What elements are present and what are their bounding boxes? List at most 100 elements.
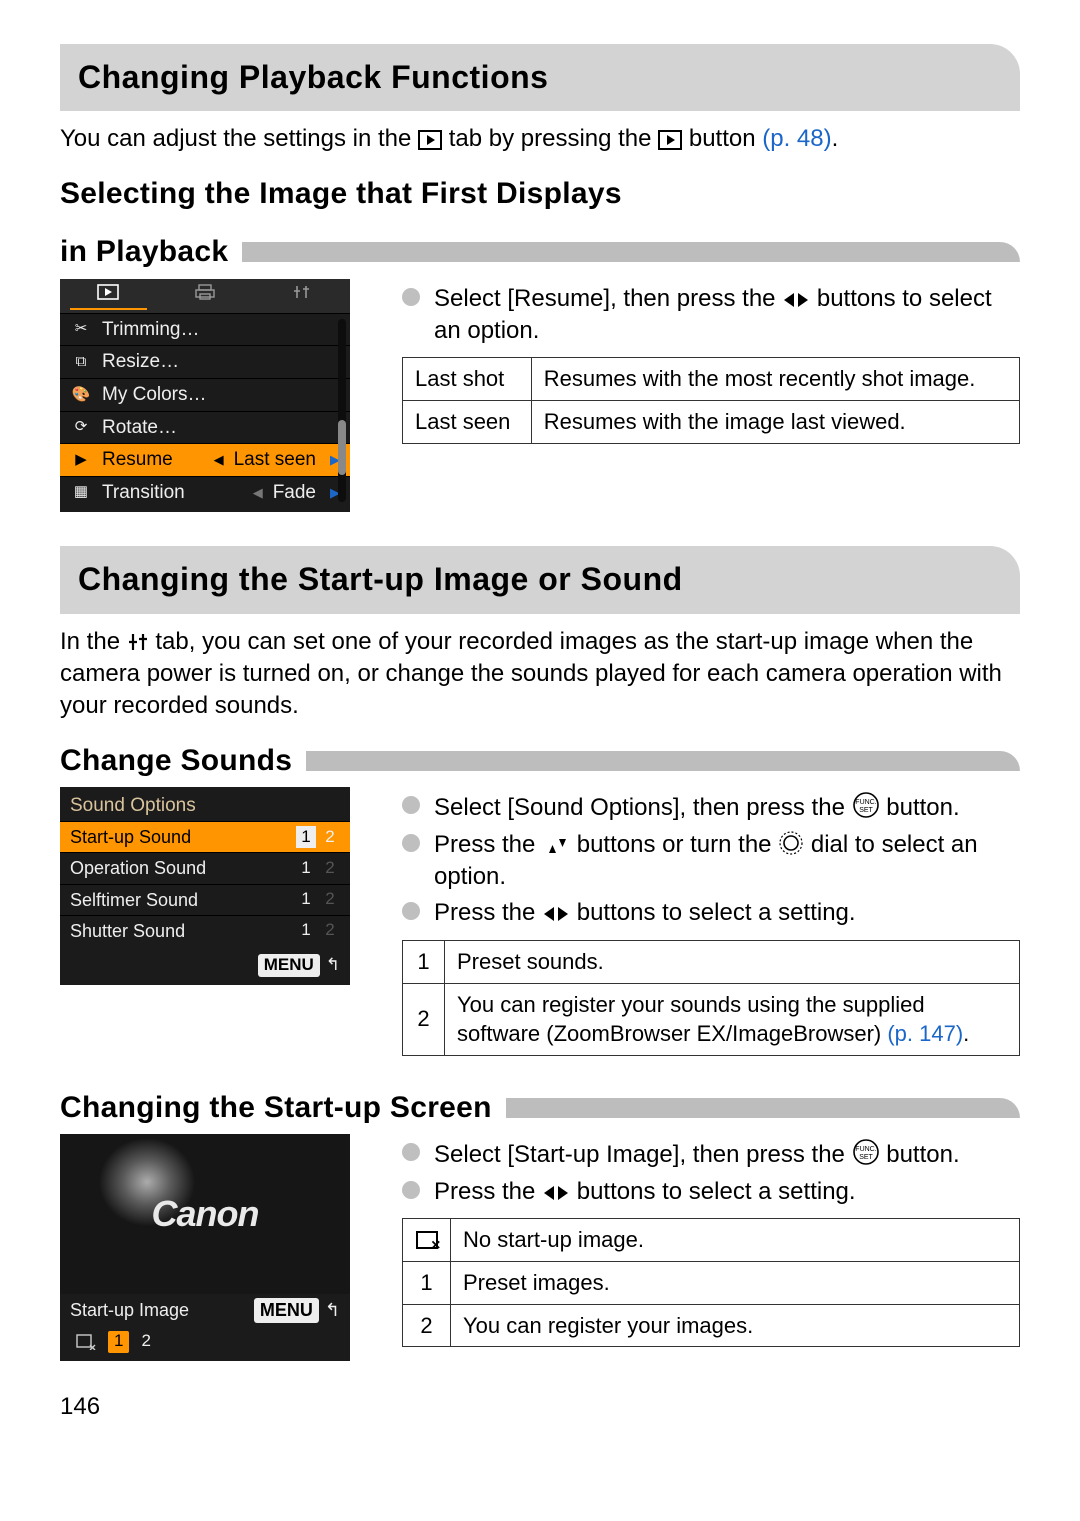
text: . <box>963 1021 969 1046</box>
table-key: Last shot <box>403 358 532 401</box>
tools-tab-icon <box>127 631 149 653</box>
menu-badge: MENU <box>258 954 320 977</box>
sound-settings-table: 1 Preset sounds. 2 You can register your… <box>402 940 1020 1056</box>
bullet-dot-icon <box>402 1143 420 1161</box>
table-key-icon <box>403 1219 451 1262</box>
menu-badge: MENU <box>254 1298 319 1322</box>
funcset-icon: FUNC.SET <box>852 1138 880 1166</box>
cam-title: Sound Options <box>60 787 350 821</box>
text: tab by pressing the <box>449 125 658 152</box>
back-icon: ↰ <box>325 1298 340 1322</box>
cam-tab-tools-icon <box>253 283 350 309</box>
text: tab, you can set one of your recorded im… <box>60 628 1002 720</box>
camera-menu-screenshot: ✂Trimming… ⧉Resize… 🎨My Colors… ⟳Rotate…… <box>60 279 350 513</box>
table-value: No start-up image. <box>451 1219 1020 1262</box>
subheading: Changing the Start-up Screen <box>60 1088 492 1129</box>
table-key: Last seen <box>403 401 532 444</box>
decorative-bar <box>506 1098 1020 1118</box>
cam-tab-play-icon <box>60 283 157 309</box>
back-icon: ↰ <box>326 954 340 977</box>
cam-sound-label: Shutter Sound <box>70 919 185 943</box>
page-number: 146 <box>60 1391 1020 1423</box>
table-value: You can register your sounds using the s… <box>445 983 1020 1055</box>
subheading-line1: Selecting the Image that First Displays <box>60 174 1020 215</box>
table-key: 1 <box>403 1261 451 1304</box>
table-key: 1 <box>403 940 445 983</box>
bullet: Select [Resume], then press the buttons … <box>402 283 1020 348</box>
text: . <box>832 125 839 152</box>
text: Select [Resume], then press the <box>434 285 782 312</box>
text: button <box>689 125 762 152</box>
startup-option-2: 2 <box>135 1331 156 1353</box>
funcset-icon: FUNC.SET <box>852 791 880 819</box>
table-value: Preset sounds. <box>445 940 1020 983</box>
play-icon: ▶ <box>70 451 92 469</box>
scrollbar <box>338 319 346 503</box>
bullet-dot-icon <box>402 288 420 306</box>
table-row: Last shot Resumes with the most recently… <box>403 358 1020 401</box>
bullet-dot-icon <box>402 1181 420 1199</box>
text: Press the <box>434 1178 542 1205</box>
table-row: Last seen Resumes with the image last vi… <box>403 401 1020 444</box>
cam-sound-row: Selftimer Sound 12 <box>60 884 350 915</box>
left-right-icon <box>542 904 570 924</box>
cam-item-resize: ⧉Resize… <box>60 345 350 378</box>
table-value: You can register your images. <box>451 1304 1020 1347</box>
text: You can adjust the settings in the <box>60 125 418 152</box>
bullet: Select [Sound Options], then press the F… <box>402 791 1020 824</box>
cam-item-label: Rotate… <box>102 415 177 441</box>
rotate-icon: ⟳ <box>70 418 92 436</box>
brand-logo: Canon <box>152 1190 259 1239</box>
cam-sound-label: Operation Sound <box>70 856 206 880</box>
bullet-dot-icon <box>402 796 420 814</box>
table-value: Resumes with the most recently shot imag… <box>531 358 1019 401</box>
cam-tab-print-icon <box>157 283 254 309</box>
text: Press the <box>434 899 542 926</box>
palette-icon: 🎨 <box>70 386 92 404</box>
cam-item-value: Last seen <box>234 447 316 473</box>
page-ref-link[interactable]: (p. 147) <box>887 1021 963 1046</box>
svg-text:FUNC.: FUNC. <box>855 1146 876 1153</box>
bullet-dot-icon <box>402 834 420 852</box>
cam-item-label: Transition <box>102 480 243 506</box>
startup-image-table: No start-up image. 1 Preset images. 2 Yo… <box>402 1218 1020 1347</box>
startup-option-1: 1 <box>108 1331 129 1353</box>
text: In the <box>60 628 127 655</box>
intro-paragraph: You can adjust the settings in the tab b… <box>60 123 1020 155</box>
page-ref-link[interactable]: (p. 48) <box>762 125 831 152</box>
dial-icon <box>778 830 804 856</box>
up-down-icon <box>542 836 570 856</box>
no-image-icon <box>416 1231 438 1249</box>
subheading: Change Sounds <box>60 741 292 782</box>
section-title: Changing the Start-up Image or Sound <box>60 546 1020 613</box>
cam-item-label: Trimming… <box>102 317 199 343</box>
cam-sound-row: Start-up Sound 12 <box>60 821 350 852</box>
table-row: 2 You can register your sounds using the… <box>403 983 1020 1055</box>
text: Press the <box>434 831 542 858</box>
text: Select [Start-up Image], then press the <box>434 1141 852 1168</box>
table-row: No start-up image. <box>403 1219 1020 1262</box>
subheading-group: Selecting the Image that First Displays … <box>60 174 1020 273</box>
cam-item-label: Resize… <box>102 349 179 375</box>
cam-item-rotate: ⟳ Rotate… <box>60 411 350 444</box>
svg-text:FUNC.: FUNC. <box>855 799 876 806</box>
bullet: Select [Start-up Image], then press the … <box>402 1138 1020 1171</box>
svg-text:SET: SET <box>859 1154 873 1161</box>
cam-sound-row: Shutter Sound 12 <box>60 915 350 946</box>
transition-icon: ▦ <box>70 484 92 502</box>
text: buttons to select a setting. <box>577 1178 856 1205</box>
cam-sound-label: Start-up Sound <box>70 825 191 849</box>
cam-startup-label: Start-up Image <box>70 1298 189 1322</box>
crop-icon: ✂ <box>70 320 92 338</box>
text: buttons or turn the <box>577 831 778 858</box>
table-value: Resumes with the image last viewed. <box>531 401 1019 444</box>
left-right-icon <box>542 1183 570 1203</box>
text: You can register your sounds using the s… <box>457 992 925 1047</box>
cam-sound-row: Operation Sound 12 <box>60 852 350 883</box>
text: button. <box>886 794 959 821</box>
section2-paragraph: In the tab, you can set one of your reco… <box>60 626 1020 723</box>
text: button. <box>886 1141 959 1168</box>
subheading-line2: in Playback <box>60 232 228 273</box>
camera-sound-screenshot: Sound Options Start-up Sound 12 Operatio… <box>60 787 350 985</box>
play-button-icon <box>658 130 682 150</box>
